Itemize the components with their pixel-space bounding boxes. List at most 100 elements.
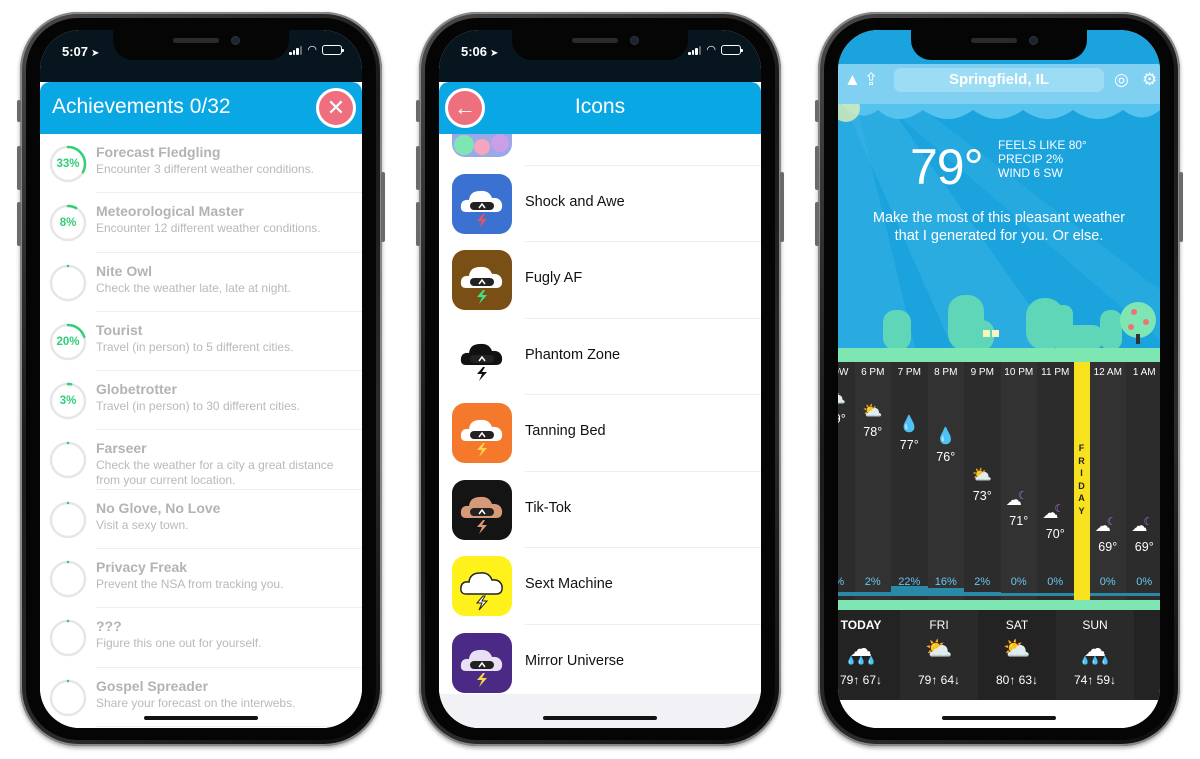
icon-option[interactable]: Shock and Awe xyxy=(439,164,761,242)
settings-button[interactable]: ⚙ xyxy=(1142,68,1157,92)
hour-temperature: 69° xyxy=(1098,540,1118,554)
progress-ring xyxy=(48,678,88,718)
page-title: Achievements 0/32 xyxy=(52,95,231,118)
partly-cloudy-icon: ⛅ xyxy=(972,466,993,484)
achievement-item[interactable]: Privacy Freak Prevent the NSA from tracki… xyxy=(40,549,362,609)
progress-ring xyxy=(48,618,88,658)
achievement-item[interactable]: 8% Meteorological Master Encounter 12 diff… xyxy=(40,193,362,253)
radar-button[interactable]: ◎ xyxy=(1114,68,1129,92)
icon-name: Shock and Awe xyxy=(525,193,625,210)
location-arrow-icon: ➤ xyxy=(91,48,100,59)
day-marker-band: FRIDAY xyxy=(1073,362,1090,600)
progress-ring: 3% xyxy=(48,381,88,421)
day-column[interactable]: TODAY ☁ 💧💧💧 79↑ 67↓ xyxy=(838,610,900,700)
hour-column[interactable]: 10 PM ☁☾ 71° 0% xyxy=(1000,362,1037,600)
app-icon-preview xyxy=(452,403,512,463)
hourly-forecast[interactable]: NOW⛅79°2%6 PM⛅78°2%7 PM💧77°22%8 PM💧76°16… xyxy=(838,362,1160,600)
achievement-description: Encounter 12 different weather condition… xyxy=(96,221,321,236)
day-label: FRI xyxy=(929,618,949,632)
icon-option[interactable]: Mirror Universe xyxy=(439,623,761,701)
wifi-icon: ◠ xyxy=(706,44,716,56)
grass-divider xyxy=(838,600,1160,610)
day-column[interactable]: FRI ⛅ 79↑ 64↓ xyxy=(900,610,978,700)
close-button[interactable]: ✕ xyxy=(316,88,356,128)
achievement-item[interactable]: 3% Globetrotter Travel (in person) to 30 d… xyxy=(40,371,362,431)
notch xyxy=(911,30,1087,60)
icon-option[interactable]: Tanning Bed xyxy=(439,394,761,471)
achievement-description: Figure this one out for yourself. xyxy=(96,636,262,651)
rain-drop-icon: 💧 xyxy=(935,428,956,446)
progress-ring: 33% xyxy=(48,144,88,184)
achievement-item[interactable]: No Glove, No Love Visit a sexy town. xyxy=(40,490,362,550)
home-indicator[interactable] xyxy=(942,716,1056,720)
achievement-item[interactable]: Nite Owl Check the weather late, late at … xyxy=(40,253,362,313)
bottom-area xyxy=(838,700,1160,728)
achievement-item[interactable]: Farseer Check the weather for a city a gr… xyxy=(40,430,362,491)
achievements-list[interactable]: 33% Forecast Fledgling Encounter 3 differe… xyxy=(40,134,362,728)
day-column[interactable]: SUN ☁ 💧💧💧 74↑ 59↓ xyxy=(1056,610,1134,700)
icon-option[interactable]: Fugly AF xyxy=(439,241,761,318)
icon-name: Tik-Tok xyxy=(525,499,572,516)
progress-label xyxy=(48,500,88,540)
signal-icon xyxy=(289,45,303,55)
icon-option[interactable]: Sext Machine xyxy=(439,547,761,624)
day-marker-label: FRIDAY xyxy=(1078,443,1085,516)
phone-achievements: 5:07 ➤ ◠ Achievements 0/32 ✕ 33% Forecast … xyxy=(17,12,385,746)
achievement-name: Farseer xyxy=(96,440,147,457)
home-indicator[interactable] xyxy=(543,716,657,720)
progress-label xyxy=(48,263,88,303)
achievement-name: Tourist xyxy=(96,321,143,338)
daily-forecast[interactable]: TODAY ☁ 💧💧💧 79↑ 67↓ FRI ⛅ 79↑ 64↓ SAT ⛅ 80↑ 63↓ SU… xyxy=(838,610,1160,700)
share-button[interactable]: ⇪ xyxy=(864,68,878,92)
achievement-item[interactable]: 33% Forecast Fledgling Encounter 3 differe… xyxy=(40,134,362,194)
night-cloudy-icon: ☁☾ xyxy=(1005,490,1028,510)
icon-option[interactable]: Phantom Zone xyxy=(439,317,761,395)
hour-label: 6 PM xyxy=(861,367,885,378)
hour-label: 8 PM xyxy=(934,367,958,378)
hour-column[interactable]: 11 PM ☁☾ 70° 0% xyxy=(1037,362,1074,600)
hour-column[interactable]: 8 PM 💧 76° 16% xyxy=(927,362,964,600)
hour-column[interactable]: 12 AM ☁☾ 69° 0% xyxy=(1089,362,1126,600)
night-cloudy-icon: ☁☾ xyxy=(1131,516,1154,535)
rain-icon: ☁ 💧💧💧 xyxy=(1080,636,1110,665)
hour-column[interactable]: 6 PM ⛅ 78° 2% xyxy=(854,362,891,600)
icon-option[interactable]: Tik-Tok xyxy=(439,470,761,548)
progress-label xyxy=(48,440,88,480)
achievement-name: ??? xyxy=(96,618,122,635)
hour-column[interactable]: 1 AM ☁☾ 69° 0% xyxy=(1126,362,1160,600)
achievement-description: Share your forecast on the interwebs. xyxy=(96,695,296,710)
app-icon-preview xyxy=(452,173,512,234)
hour-temperature: 73° xyxy=(972,488,992,503)
hour-temperature: 76° xyxy=(936,450,956,465)
city-selector[interactable]: Springfield, IL xyxy=(894,68,1104,92)
icons-list[interactable]: Shock and Awe Fugly AF Phantom Zone Tanning… xyxy=(439,88,761,728)
partly-cloudy-icon: ⛅ xyxy=(925,636,953,661)
hour-temperature: 70° xyxy=(1045,527,1065,542)
day-label: SUN xyxy=(1082,618,1108,632)
home-indicator[interactable] xyxy=(144,716,258,720)
app-icon-preview xyxy=(452,556,512,616)
hour-column[interactable]: NOW ⛅ 79° 2% xyxy=(838,362,855,600)
app-icon-preview xyxy=(452,326,512,387)
page-title: Icons xyxy=(574,95,626,118)
icon-name: Mirror Universe xyxy=(525,652,625,669)
achievements-header: Achievements 0/32 ✕ xyxy=(40,82,362,134)
hour-temperature: 69° xyxy=(1134,540,1154,554)
hour-column[interactable]: 7 PM 💧 77° 22% xyxy=(891,362,928,600)
achievement-item[interactable]: 20% Tourist Travel (in person) to 5 differ… xyxy=(40,312,362,372)
hour-column[interactable]: 9 PM ⛅ 73° 2% xyxy=(964,362,1001,600)
power-button xyxy=(381,172,385,242)
icon-name: Fugly AF xyxy=(525,270,583,286)
achievement-item[interactable]: ??? Figure this one out for yourself. xyxy=(40,608,362,668)
wifi-icon: ◠ xyxy=(307,44,317,56)
app-icon-preview xyxy=(452,250,512,310)
day-column[interactable]: SAT ⛅ 80↑ 63↓ xyxy=(978,610,1056,700)
hour-precip: 0% xyxy=(1047,576,1064,588)
notch xyxy=(113,30,289,60)
precip-bar xyxy=(1126,593,1160,596)
hour-label: 11 PM xyxy=(1041,367,1070,378)
warning-icon[interactable]: ▲ xyxy=(844,68,861,92)
achievement-description: Travel (in person) to 5 different cities… xyxy=(96,339,294,354)
achievement-name: Globetrotter xyxy=(96,381,177,398)
precip-bar xyxy=(1000,593,1037,596)
